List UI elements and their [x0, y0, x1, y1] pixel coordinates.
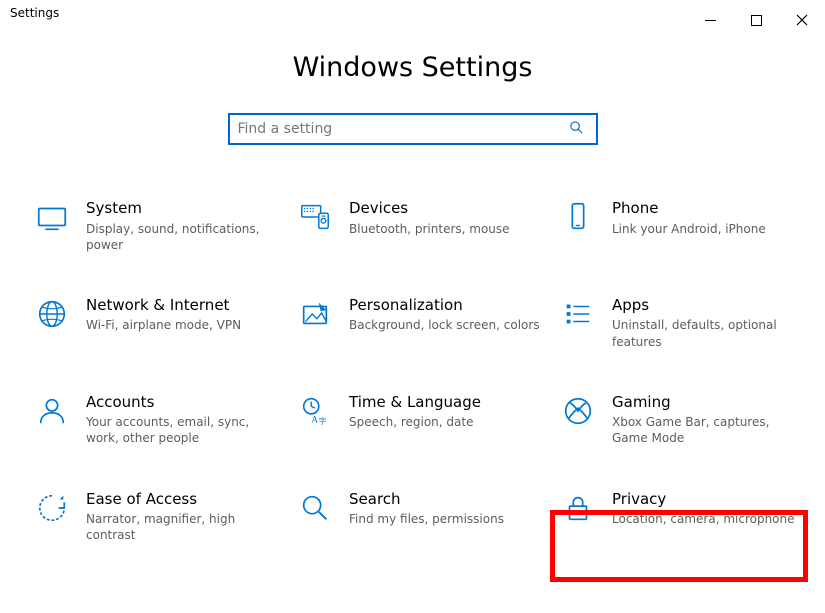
settings-item-personalization[interactable]: Personalization Background, lock screen,…: [293, 292, 548, 354]
settings-item-desc: Bluetooth, printers, mouse: [349, 221, 544, 237]
settings-item-title: Network & Internet: [86, 296, 281, 316]
search-box[interactable]: [228, 113, 598, 145]
system-icon: [34, 199, 70, 235]
main-content: Windows Settings System Display, sound, …: [0, 32, 825, 548]
window-title: Settings: [10, 6, 59, 20]
settings-item-privacy[interactable]: Privacy Location, camera, microphone: [556, 486, 811, 548]
settings-item-devices[interactable]: Devices Bluetooth, printers, mouse: [293, 195, 548, 257]
settings-item-desc: Wi-Fi, airplane mode, VPN: [86, 317, 281, 333]
settings-item-desc: Background, lock screen, colors: [349, 317, 544, 333]
settings-item-title: Time & Language: [349, 393, 544, 413]
settings-item-title: Personalization: [349, 296, 544, 316]
settings-item-apps[interactable]: Apps Uninstall, defaults, optional featu…: [556, 292, 811, 354]
minimize-button[interactable]: [687, 6, 733, 34]
paint-icon: [297, 296, 333, 332]
person-icon: [34, 393, 70, 429]
settings-item-desc: Find my files, permissions: [349, 511, 544, 527]
search-icon: [565, 120, 588, 139]
settings-item-title: Privacy: [612, 490, 807, 510]
devices-icon: [297, 199, 333, 235]
settings-item-title: Apps: [612, 296, 807, 316]
settings-item-time[interactable]: A 字 Time & Language Speech, region, date: [293, 389, 548, 451]
title-bar: Settings: [0, 0, 825, 32]
ease-of-access-icon: [34, 490, 70, 526]
settings-item-title: Gaming: [612, 393, 807, 413]
search-input[interactable]: [238, 121, 565, 137]
phone-icon: [560, 199, 596, 235]
settings-item-desc: Uninstall, defaults, optional features: [612, 317, 807, 349]
settings-item-desc: Narrator, magnifier, high contrast: [86, 511, 281, 543]
svg-text:A: A: [311, 415, 318, 425]
magnifier-icon: [297, 490, 333, 526]
settings-item-title: Accounts: [86, 393, 281, 413]
settings-item-desc: Link your Android, iPhone: [612, 221, 807, 237]
svg-text:字: 字: [319, 415, 327, 425]
window-controls: [687, 6, 825, 34]
page-title: Windows Settings: [293, 52, 533, 83]
settings-item-desc: Speech, region, date: [349, 414, 544, 430]
time-language-icon: A 字: [297, 393, 333, 429]
settings-item-accounts[interactable]: Accounts Your accounts, email, sync, wor…: [30, 389, 285, 451]
settings-item-title: System: [86, 199, 281, 219]
settings-item-title: Ease of Access: [86, 490, 281, 510]
settings-item-gaming[interactable]: Gaming Xbox Game Bar, captures, Game Mod…: [556, 389, 811, 451]
xbox-icon: [560, 393, 596, 429]
settings-grid: System Display, sound, notifications, po…: [30, 195, 795, 548]
settings-item-title: Search: [349, 490, 544, 510]
close-button[interactable]: [779, 6, 825, 34]
settings-item-title: Devices: [349, 199, 544, 219]
settings-item-desc: Xbox Game Bar, captures, Game Mode: [612, 414, 807, 446]
lock-icon: [560, 490, 596, 526]
maximize-button[interactable]: [733, 6, 779, 34]
globe-icon: [34, 296, 70, 332]
settings-item-desc: Display, sound, notifications, power: [86, 221, 281, 253]
settings-item-desc: Location, camera, microphone: [612, 511, 807, 527]
settings-item-system[interactable]: System Display, sound, notifications, po…: [30, 195, 285, 257]
settings-item-desc: Your accounts, email, sync, work, other …: [86, 414, 281, 446]
settings-item-search[interactable]: Search Find my files, permissions: [293, 486, 548, 548]
settings-item-ease[interactable]: Ease of Access Narrator, magnifier, high…: [30, 486, 285, 548]
settings-item-title: Phone: [612, 199, 807, 219]
settings-item-network[interactable]: Network & Internet Wi-Fi, airplane mode,…: [30, 292, 285, 354]
settings-item-phone[interactable]: Phone Link your Android, iPhone: [556, 195, 811, 257]
apps-icon: [560, 296, 596, 332]
